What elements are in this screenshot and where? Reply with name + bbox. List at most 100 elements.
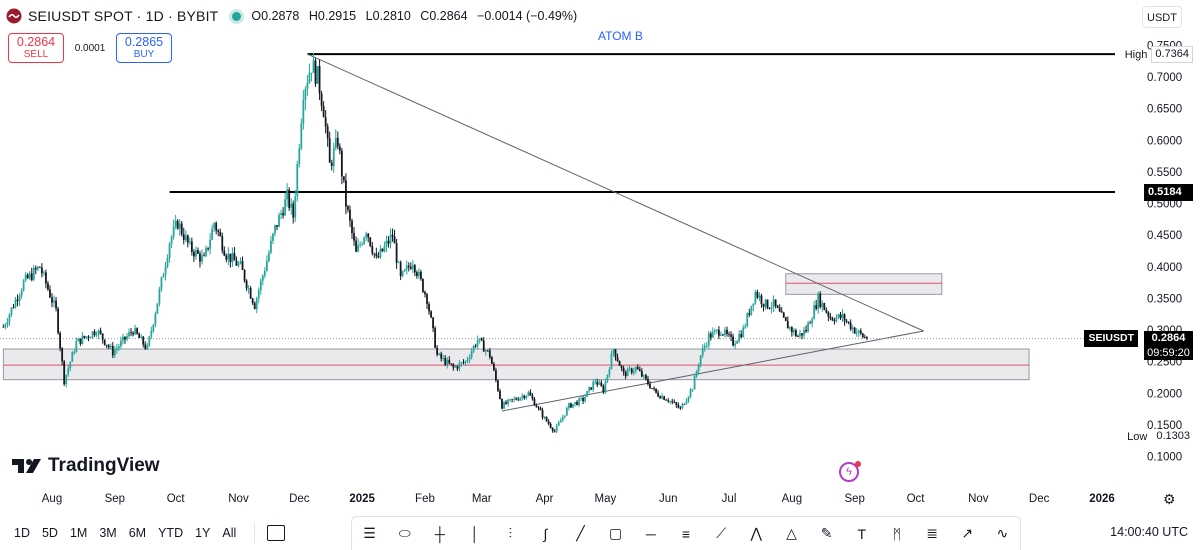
open-value: O0.2878	[251, 9, 300, 23]
tradingview-logo[interactable]: TradingView	[12, 455, 160, 477]
measure-icon[interactable]: ⟋	[708, 524, 734, 544]
candle-body	[713, 330, 716, 332]
candle-body	[821, 303, 824, 308]
triangle-icon[interactable]: △	[778, 524, 804, 544]
candle-body	[758, 295, 761, 298]
candle-body	[221, 236, 224, 251]
timeframe-1y[interactable]: 1Y	[195, 526, 210, 540]
candle-body	[65, 374, 68, 385]
pen-icon[interactable]: ✎	[814, 524, 840, 544]
timeframe-1m[interactable]: 1M	[70, 526, 87, 540]
candle-body	[158, 289, 161, 304]
horizontal-line-icon[interactable]: ─	[638, 524, 664, 544]
rectangle-icon[interactable]: ▢	[603, 524, 629, 544]
chart-watermark-text: ATOM B	[598, 29, 643, 43]
candle-body	[81, 335, 84, 344]
candle-body	[197, 250, 199, 254]
candle-body	[813, 305, 816, 320]
vertical-line-icon[interactable]: │	[462, 524, 488, 544]
time-tick-label: Apr	[536, 493, 554, 505]
candle-body	[286, 189, 289, 200]
candle-body	[316, 66, 319, 84]
time-tick-label: Aug	[42, 493, 62, 505]
high-value: 0.7364	[1151, 46, 1193, 64]
candle-body	[20, 290, 23, 296]
ellipse-icon[interactable]: ⬭	[392, 524, 418, 544]
candle-body	[241, 261, 244, 270]
timeframe-5d[interactable]: 5D	[42, 526, 58, 540]
timeframe-3m[interactable]: 3M	[99, 526, 116, 540]
gann-icon[interactable]: ≣	[919, 524, 945, 544]
zone-rect-0	[2, 348, 1030, 381]
candle-icon[interactable]: ⫶	[497, 524, 523, 544]
time-tick-label: Oct	[167, 493, 186, 505]
candle-body	[259, 280, 262, 291]
candle-body	[18, 295, 21, 301]
candle-body	[8, 314, 11, 323]
timeframe-all[interactable]: All	[222, 526, 236, 540]
candle-body	[478, 338, 481, 340]
candle-body	[340, 150, 343, 177]
currency-selector[interactable]: USDT	[1142, 6, 1182, 28]
candle-body	[154, 313, 157, 325]
candle-body	[389, 234, 392, 244]
calendar-icon[interactable]	[267, 524, 286, 541]
symbol-price-tag: SEIUSDT	[1084, 329, 1138, 347]
candle-body	[77, 338, 80, 342]
symbol-title[interactable]: SEIUSDT SPOT · 1D · BYBIT	[28, 8, 218, 24]
spread-value: 0.0001	[74, 42, 106, 54]
candle-body	[784, 317, 787, 321]
crosshair-icon[interactable]: ┼	[427, 524, 453, 544]
candle-body	[10, 307, 13, 315]
pattern-icon[interactable]: ᛗ	[884, 524, 910, 544]
candle-body	[482, 340, 485, 352]
low-value: L0.2810	[365, 9, 411, 23]
candle-body	[186, 235, 189, 243]
last-price: 0.2864	[1151, 331, 1186, 344]
candle-body	[829, 316, 832, 319]
candle-body	[509, 399, 512, 401]
candle-body	[618, 361, 621, 366]
trend-line-icon[interactable]: ╱	[568, 524, 594, 544]
timeframe-6m[interactable]: 6M	[129, 526, 146, 540]
fib-icon[interactable]: ≡	[673, 524, 699, 544]
candle-body	[255, 298, 258, 309]
candle-body	[805, 329, 807, 332]
candle-body	[657, 392, 659, 397]
price-tick-label: 0.4000	[1147, 262, 1182, 274]
candle-body	[578, 398, 580, 405]
candle-body	[588, 387, 591, 392]
sell-button[interactable]: 0.2864 SELL	[8, 33, 64, 63]
candle-body	[292, 203, 295, 218]
utc-clock[interactable]: 14:00:40 UTC	[1110, 525, 1188, 539]
arrow-icon[interactable]: ↗	[954, 524, 980, 544]
candle-body	[795, 330, 797, 337]
candle-body	[134, 328, 137, 335]
candle-body	[219, 232, 222, 237]
curve-icon[interactable]: ∿	[989, 524, 1015, 544]
candle-body	[825, 309, 828, 313]
candle-body	[849, 322, 852, 330]
candle-body	[61, 348, 64, 362]
timeframe-ytd[interactable]: YTD	[158, 526, 183, 540]
price-chart[interactable]: 0.75000.70000.65000.60000.55000.50000.45…	[0, 0, 1200, 550]
candle-body	[85, 336, 88, 338]
candle-body	[675, 402, 678, 406]
candle-body	[57, 308, 59, 334]
text-icon[interactable]: T	[849, 524, 875, 544]
candle-body	[138, 333, 141, 338]
candle-body	[764, 299, 767, 307]
lines-icon[interactable]: ☰	[357, 524, 383, 544]
candle-body	[582, 398, 584, 402]
candle-body	[310, 72, 313, 74]
candle-body	[610, 353, 613, 370]
low-label: Low	[1127, 430, 1148, 443]
candle-body	[799, 333, 801, 337]
buy-button[interactable]: 0.2865 BUY	[116, 33, 172, 63]
gear-icon[interactable]: ⚙	[1163, 491, 1176, 508]
brush-icon[interactable]: ∫	[532, 524, 558, 544]
timeframe-1d[interactable]: 1D	[14, 526, 30, 540]
candle-body	[231, 253, 234, 263]
sei-logo-icon	[6, 8, 22, 24]
path-icon[interactable]: ⋀	[743, 524, 769, 544]
